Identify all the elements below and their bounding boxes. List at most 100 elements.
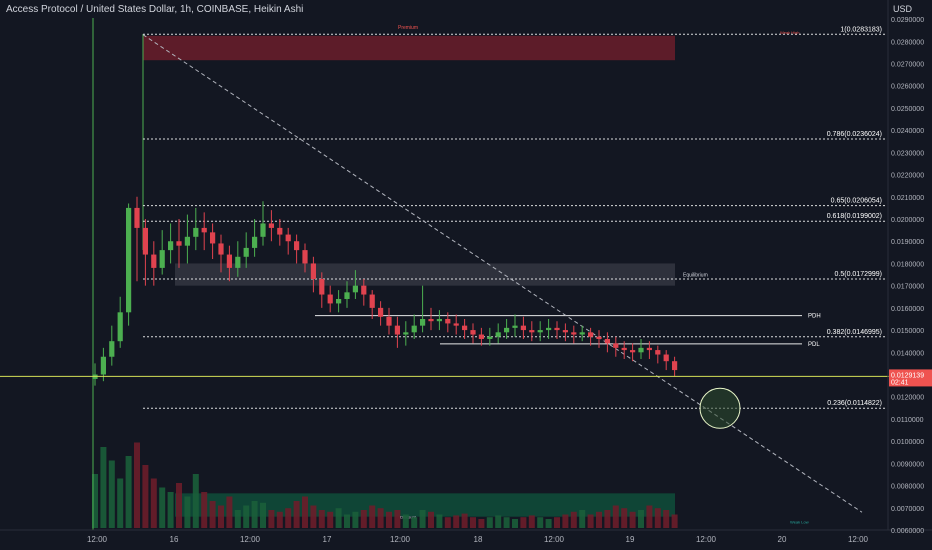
y-tick-label: 0.0210000 — [891, 195, 924, 202]
candle-body — [562, 330, 568, 333]
candle-body — [571, 332, 577, 335]
price-chart[interactable]: PremiumWeak HighEquilibriumDiscountWeak … — [0, 0, 932, 550]
candle-body — [193, 227, 199, 237]
candle-body — [117, 312, 123, 342]
volume-bar — [478, 519, 485, 528]
y-tick-label: 0.0180000 — [891, 261, 924, 268]
volume-bar — [377, 508, 384, 528]
candle-body — [537, 330, 543, 333]
y-tick-label: 0.0200000 — [891, 217, 924, 224]
volume-bar — [579, 510, 586, 528]
y-tick-label: 0.0160000 — [891, 306, 924, 313]
volume-bar — [604, 510, 611, 528]
fib-label: 0.786(0.0236024) — [827, 131, 882, 138]
volume-bar — [293, 501, 300, 528]
x-tick-label: 16 — [170, 535, 179, 544]
candle-body — [369, 294, 375, 308]
candle-body — [520, 325, 526, 331]
x-tick-label: 18 — [474, 535, 483, 544]
y-tick-label: 0.0230000 — [891, 150, 924, 157]
candle-body — [394, 325, 400, 335]
x-tick-label: 12:00 — [240, 535, 261, 544]
volume-bar — [671, 514, 678, 528]
candle-body — [546, 327, 552, 331]
volume-bar — [318, 510, 325, 528]
volume-bar — [108, 460, 115, 528]
volume-bar — [134, 442, 140, 528]
volume-bar — [218, 505, 224, 528]
fib-label: 0.618(0.0199002) — [827, 213, 882, 220]
target-circle — [699, 387, 741, 429]
volume-bar — [663, 510, 670, 528]
last-price-value: 0.0129139 — [891, 372, 924, 379]
candle-body — [378, 307, 384, 317]
volume-bar — [646, 505, 653, 528]
candle-body — [420, 318, 426, 326]
candle-body — [151, 254, 157, 268]
pdh-label: PDH — [808, 314, 821, 320]
y-tick-label: 0.0070000 — [891, 506, 924, 513]
candle-body — [310, 263, 316, 279]
candle-body — [319, 278, 325, 295]
candle-body — [268, 223, 274, 228]
volume-bar — [192, 474, 199, 528]
candle-body — [184, 236, 190, 246]
candle-body — [243, 247, 249, 257]
volume-bar — [461, 513, 468, 528]
weak-low-label: Weak Low — [790, 520, 809, 525]
fib-label: 0.5(0.0172999) — [835, 271, 882, 278]
candle-body — [336, 298, 342, 304]
volume-bar — [125, 456, 132, 528]
volume-bar — [545, 519, 552, 528]
volume-bar — [243, 505, 250, 528]
volume-bar — [411, 517, 418, 528]
premium-label: Premium — [398, 25, 418, 31]
volume-bar — [260, 502, 266, 528]
candle-body — [495, 332, 501, 337]
volume-bar — [654, 508, 661, 528]
candle-body — [512, 325, 518, 328]
candle-body — [646, 347, 652, 351]
candle-body — [352, 285, 358, 293]
equilibrium-label: Equilibrium — [683, 273, 708, 279]
volume-bar — [495, 515, 502, 528]
candle-body — [361, 285, 367, 295]
volume-bar — [528, 515, 535, 528]
fib-label: 1(0.0283183) — [840, 26, 882, 33]
volume-bar — [226, 496, 233, 528]
candle-body — [630, 350, 636, 353]
y-tick-label: 0.0110000 — [891, 417, 924, 424]
x-tick-label: 12:00 — [848, 535, 869, 544]
candle-body — [201, 227, 207, 233]
y-tick-label: 0.0120000 — [891, 395, 924, 402]
volume-bar — [268, 510, 275, 528]
candle-body — [604, 338, 610, 344]
volume-bar — [537, 517, 544, 528]
x-tick-label: 12:00 — [696, 535, 717, 544]
volume-bar — [428, 511, 434, 528]
volume-bar — [276, 511, 283, 528]
fib-label: 0.382(0.0146995) — [827, 329, 882, 336]
volume-bar — [486, 517, 493, 528]
last-price-countdown: 02:41 — [891, 379, 909, 386]
candle-body — [327, 294, 333, 304]
candle-body — [386, 316, 392, 326]
candle-body — [504, 327, 510, 333]
candle-body — [436, 318, 442, 322]
candle-body — [226, 254, 232, 268]
x-tick-label: 12:00 — [87, 535, 108, 544]
candle-body — [218, 243, 224, 255]
volume-bar — [369, 505, 376, 528]
candle-body — [445, 318, 451, 324]
y-tick-label: 0.0260000 — [891, 84, 924, 91]
candle-body — [344, 292, 350, 299]
y-tick-label: 0.0270000 — [891, 62, 924, 69]
candle-body — [672, 361, 678, 371]
volume-bar — [117, 478, 124, 528]
volume-bar — [453, 515, 460, 528]
y-tick-label: 0.0240000 — [891, 128, 924, 135]
pdl-label: PDL — [808, 342, 820, 348]
candle-body — [453, 323, 459, 326]
candle-body — [554, 327, 560, 331]
fib-label: 0.65(0.0206054) — [831, 198, 882, 205]
